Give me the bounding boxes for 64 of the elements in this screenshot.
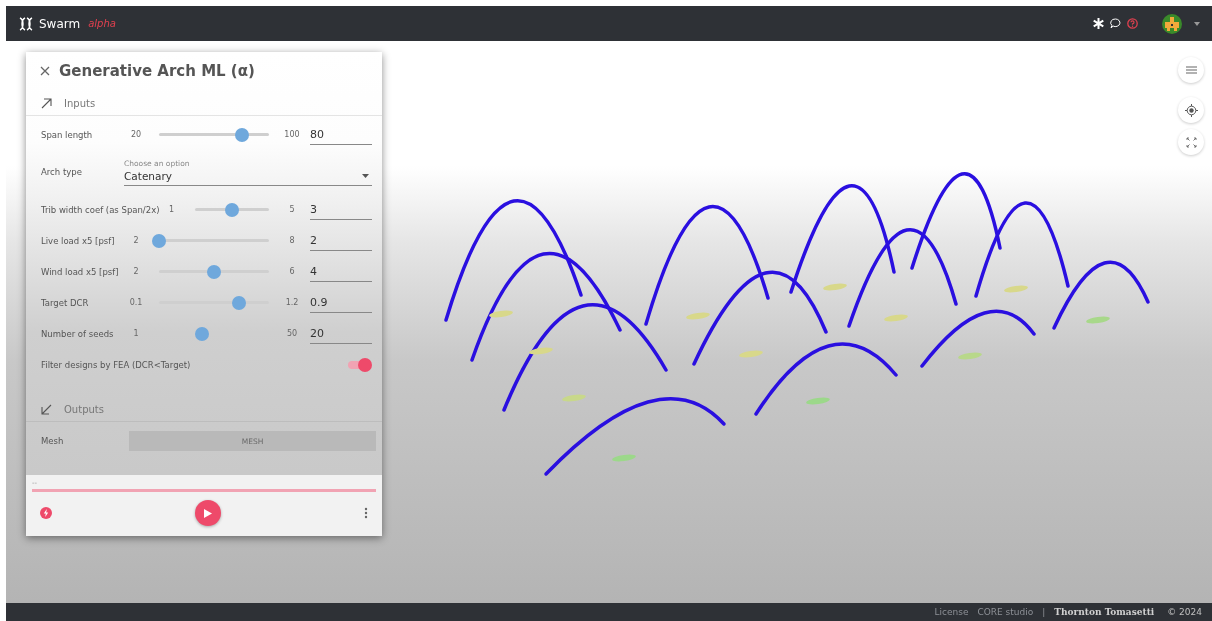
slider-thumb[interactable] bbox=[194, 326, 209, 341]
arrow-up-right-icon bbox=[41, 98, 52, 109]
close-icon[interactable] bbox=[40, 66, 50, 76]
min-label: 20 bbox=[129, 130, 143, 139]
separator: | bbox=[1042, 607, 1046, 617]
min-label: 2 bbox=[132, 267, 140, 276]
min-label: 2 bbox=[132, 236, 140, 245]
max-label: 100 bbox=[283, 130, 301, 139]
min-label: 1 bbox=[167, 205, 176, 214]
field-label: Trib width coef (as Span/2x) bbox=[41, 204, 160, 215]
app-name: Swarm bbox=[39, 16, 81, 31]
field-label: Wind load x5 [psf] bbox=[41, 266, 120, 277]
fullscreen-icon bbox=[1185, 136, 1197, 148]
field-label: Span length bbox=[41, 129, 94, 140]
chat-icon[interactable] bbox=[1110, 18, 1121, 29]
field-label: Filter designs by FEA (DCR<Target) bbox=[41, 359, 191, 370]
toggle-switch[interactable] bbox=[346, 357, 372, 372]
crosshair-icon bbox=[1184, 103, 1198, 117]
output-label: Mesh bbox=[41, 436, 64, 446]
slider-thumb[interactable] bbox=[232, 295, 247, 310]
play-icon bbox=[204, 508, 212, 518]
avatar-icon[interactable] bbox=[1162, 13, 1182, 34]
min-label: 0.1 bbox=[128, 298, 144, 307]
field-label: Live load x5 [psf] bbox=[41, 235, 116, 246]
lightning-icon[interactable] bbox=[40, 507, 52, 519]
locate-button[interactable] bbox=[1178, 97, 1204, 123]
slider-thumb[interactable] bbox=[207, 264, 221, 279]
caret-icon[interactable] bbox=[1194, 21, 1200, 26]
max-label: 6 bbox=[288, 267, 296, 276]
slider-thumb[interactable] bbox=[152, 233, 166, 248]
max-label: 8 bbox=[288, 236, 296, 245]
menu-icon bbox=[1185, 66, 1197, 74]
copyright-text: © 2024 bbox=[1167, 607, 1202, 617]
company-name[interactable]: Thornton Tomasetti bbox=[1054, 607, 1155, 617]
asterisk-icon[interactable] bbox=[1093, 18, 1104, 29]
play-button[interactable] bbox=[195, 500, 221, 526]
value-field[interactable]: 4 bbox=[310, 261, 372, 282]
value-field[interactable]: 80 bbox=[310, 124, 372, 145]
footer-link[interactable]: CORE studio bbox=[977, 607, 1034, 617]
value-field[interactable]: 3 bbox=[310, 199, 372, 220]
section-heading: Outputs bbox=[64, 404, 104, 415]
field-label: Arch type bbox=[41, 167, 83, 177]
menu-button[interactable] bbox=[1178, 57, 1204, 83]
max-label: 50 bbox=[285, 329, 299, 338]
slider-thumb[interactable] bbox=[234, 127, 249, 142]
logo-icon[interactable] bbox=[18, 16, 34, 31]
min-label: 1 bbox=[132, 329, 140, 338]
section-heading: Inputs bbox=[64, 98, 96, 109]
slider-thumb[interactable] bbox=[224, 202, 239, 217]
help-icon[interactable] bbox=[1127, 18, 1138, 29]
field-label: Target DCR bbox=[41, 297, 90, 308]
footer-link[interactable]: License bbox=[934, 607, 969, 617]
caret-icon[interactable] bbox=[362, 173, 369, 178]
value-field[interactable]: 0.9 bbox=[310, 292, 372, 313]
value-field[interactable]: 20 bbox=[310, 323, 372, 344]
field-label: Number of seeds bbox=[41, 328, 115, 339]
fullscreen-button[interactable] bbox=[1178, 129, 1204, 155]
max-label: 5 bbox=[288, 205, 296, 214]
value-field[interactable]: 2 bbox=[310, 230, 372, 251]
max-label: 1.2 bbox=[284, 298, 300, 307]
panel-title: Generative Arch ML (α) bbox=[59, 62, 255, 80]
arrow-down-left-icon bbox=[41, 404, 52, 415]
alpha-label: alpha bbox=[88, 18, 116, 29]
more-icon[interactable] bbox=[364, 507, 368, 519]
